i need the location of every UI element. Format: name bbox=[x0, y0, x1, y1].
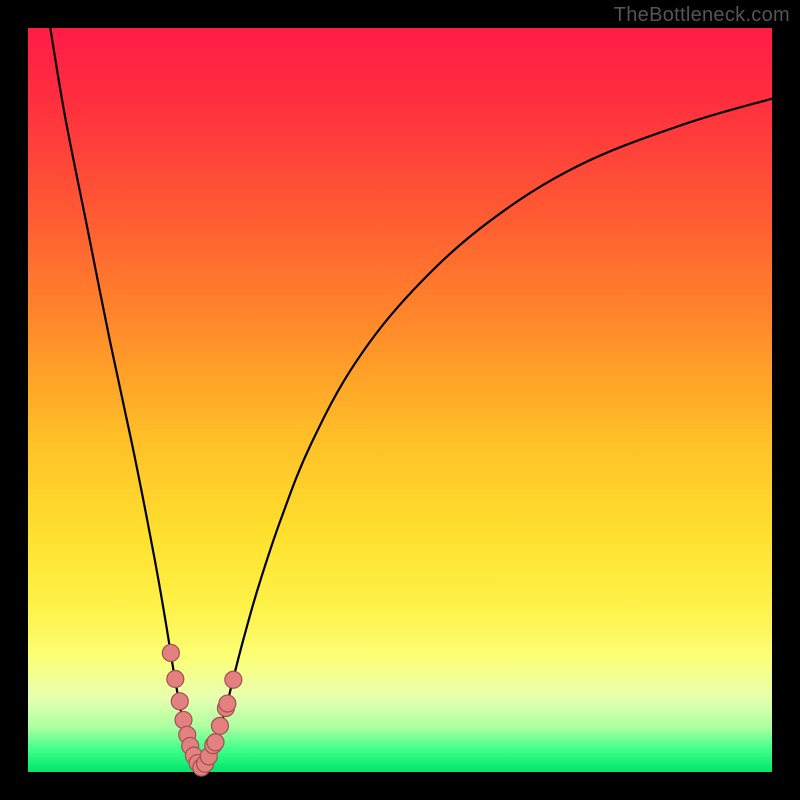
marker-dot bbox=[162, 644, 179, 661]
marker-dot bbox=[211, 717, 228, 734]
curve-left-branch bbox=[50, 28, 201, 769]
marker-dot bbox=[225, 671, 242, 688]
plot-area bbox=[28, 28, 772, 772]
chart-frame: TheBottleneck.com bbox=[0, 0, 800, 800]
marker-dot bbox=[219, 695, 236, 712]
curve-svg bbox=[28, 28, 772, 772]
marker-dot bbox=[175, 711, 192, 728]
marker-dot bbox=[207, 734, 224, 751]
curve-right-branch bbox=[201, 99, 772, 769]
watermark-text: TheBottleneck.com bbox=[614, 4, 790, 27]
marker-dot bbox=[167, 671, 184, 688]
marker-dot bbox=[171, 693, 188, 710]
highlight-markers bbox=[162, 644, 241, 776]
